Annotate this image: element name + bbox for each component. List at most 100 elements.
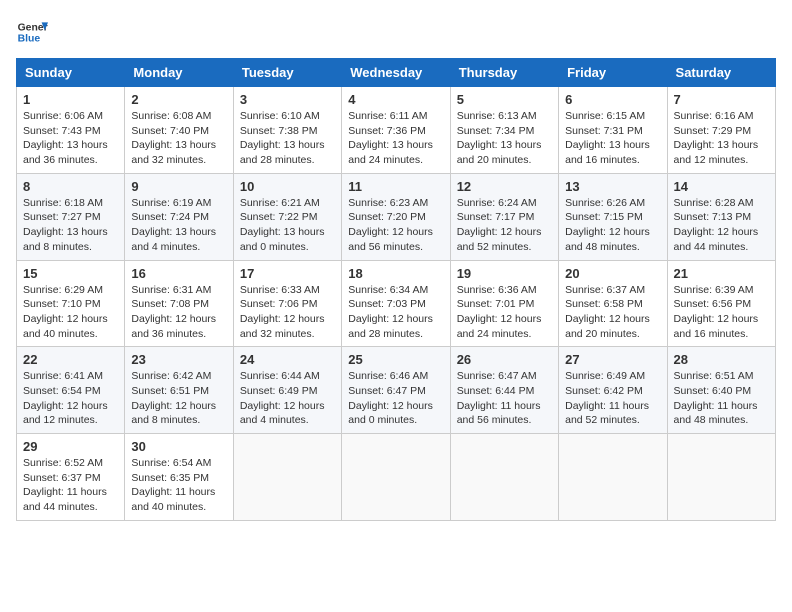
day-number: 3	[240, 92, 335, 107]
day-info: Sunrise: 6:24 AM Sunset: 7:17 PM Dayligh…	[457, 196, 552, 255]
day-info: Sunrise: 6:54 AM Sunset: 6:35 PM Dayligh…	[131, 456, 226, 515]
day-info: Sunrise: 6:16 AM Sunset: 7:29 PM Dayligh…	[674, 109, 769, 168]
calendar-week-row: 1 Sunrise: 6:06 AM Sunset: 7:43 PM Dayli…	[17, 87, 776, 174]
calendar-day-cell: 26 Sunrise: 6:47 AM Sunset: 6:44 PM Dayl…	[450, 347, 558, 434]
day-number: 28	[674, 352, 769, 367]
column-header-tuesday: Tuesday	[233, 59, 341, 87]
calendar-week-row: 22 Sunrise: 6:41 AM Sunset: 6:54 PM Dayl…	[17, 347, 776, 434]
day-number: 7	[674, 92, 769, 107]
svg-text:Blue: Blue	[18, 34, 41, 45]
day-info: Sunrise: 6:34 AM Sunset: 7:03 PM Dayligh…	[348, 283, 443, 342]
calendar-day-cell: 30 Sunrise: 6:54 AM Sunset: 6:35 PM Dayl…	[125, 434, 233, 521]
day-number: 23	[131, 352, 226, 367]
day-info: Sunrise: 6:41 AM Sunset: 6:54 PM Dayligh…	[23, 369, 118, 428]
column-header-thursday: Thursday	[450, 59, 558, 87]
calendar-day-cell: 7 Sunrise: 6:16 AM Sunset: 7:29 PM Dayli…	[667, 87, 775, 174]
calendar-day-cell: 14 Sunrise: 6:28 AM Sunset: 7:13 PM Dayl…	[667, 173, 775, 260]
day-number: 27	[565, 352, 660, 367]
day-info: Sunrise: 6:31 AM Sunset: 7:08 PM Dayligh…	[131, 283, 226, 342]
day-info: Sunrise: 6:26 AM Sunset: 7:15 PM Dayligh…	[565, 196, 660, 255]
day-number: 30	[131, 439, 226, 454]
day-number: 4	[348, 92, 443, 107]
calendar-day-cell: 10 Sunrise: 6:21 AM Sunset: 7:22 PM Dayl…	[233, 173, 341, 260]
calendar-day-cell: 13 Sunrise: 6:26 AM Sunset: 7:15 PM Dayl…	[559, 173, 667, 260]
day-info: Sunrise: 6:19 AM Sunset: 7:24 PM Dayligh…	[131, 196, 226, 255]
calendar-day-cell: 25 Sunrise: 6:46 AM Sunset: 6:47 PM Dayl…	[342, 347, 450, 434]
day-number: 9	[131, 179, 226, 194]
day-number: 16	[131, 266, 226, 281]
calendar-day-cell: 22 Sunrise: 6:41 AM Sunset: 6:54 PM Dayl…	[17, 347, 125, 434]
calendar-week-row: 29 Sunrise: 6:52 AM Sunset: 6:37 PM Dayl…	[17, 434, 776, 521]
day-info: Sunrise: 6:47 AM Sunset: 6:44 PM Dayligh…	[457, 369, 552, 428]
column-header-saturday: Saturday	[667, 59, 775, 87]
day-number: 25	[348, 352, 443, 367]
day-info: Sunrise: 6:44 AM Sunset: 6:49 PM Dayligh…	[240, 369, 335, 428]
calendar-day-cell: 19 Sunrise: 6:36 AM Sunset: 7:01 PM Dayl…	[450, 260, 558, 347]
calendar-day-cell: 16 Sunrise: 6:31 AM Sunset: 7:08 PM Dayl…	[125, 260, 233, 347]
day-info: Sunrise: 6:51 AM Sunset: 6:40 PM Dayligh…	[674, 369, 769, 428]
calendar-day-cell: 27 Sunrise: 6:49 AM Sunset: 6:42 PM Dayl…	[559, 347, 667, 434]
day-info: Sunrise: 6:52 AM Sunset: 6:37 PM Dayligh…	[23, 456, 118, 515]
day-info: Sunrise: 6:08 AM Sunset: 7:40 PM Dayligh…	[131, 109, 226, 168]
column-header-friday: Friday	[559, 59, 667, 87]
day-info: Sunrise: 6:13 AM Sunset: 7:34 PM Dayligh…	[457, 109, 552, 168]
day-number: 24	[240, 352, 335, 367]
calendar-day-cell: 11 Sunrise: 6:23 AM Sunset: 7:20 PM Dayl…	[342, 173, 450, 260]
day-info: Sunrise: 6:15 AM Sunset: 7:31 PM Dayligh…	[565, 109, 660, 168]
empty-cell	[233, 434, 341, 521]
day-info: Sunrise: 6:39 AM Sunset: 6:56 PM Dayligh…	[674, 283, 769, 342]
day-number: 21	[674, 266, 769, 281]
calendar-day-cell: 17 Sunrise: 6:33 AM Sunset: 7:06 PM Dayl…	[233, 260, 341, 347]
day-number: 2	[131, 92, 226, 107]
calendar-day-cell: 20 Sunrise: 6:37 AM Sunset: 6:58 PM Dayl…	[559, 260, 667, 347]
day-info: Sunrise: 6:36 AM Sunset: 7:01 PM Dayligh…	[457, 283, 552, 342]
day-info: Sunrise: 6:49 AM Sunset: 6:42 PM Dayligh…	[565, 369, 660, 428]
calendar-day-cell: 4 Sunrise: 6:11 AM Sunset: 7:36 PM Dayli…	[342, 87, 450, 174]
day-info: Sunrise: 6:21 AM Sunset: 7:22 PM Dayligh…	[240, 196, 335, 255]
day-info: Sunrise: 6:11 AM Sunset: 7:36 PM Dayligh…	[348, 109, 443, 168]
calendar-table: SundayMondayTuesdayWednesdayThursdayFrid…	[16, 58, 776, 521]
empty-cell	[450, 434, 558, 521]
day-number: 18	[348, 266, 443, 281]
day-info: Sunrise: 6:37 AM Sunset: 6:58 PM Dayligh…	[565, 283, 660, 342]
column-header-wednesday: Wednesday	[342, 59, 450, 87]
day-info: Sunrise: 6:18 AM Sunset: 7:27 PM Dayligh…	[23, 196, 118, 255]
day-number: 17	[240, 266, 335, 281]
calendar-day-cell: 9 Sunrise: 6:19 AM Sunset: 7:24 PM Dayli…	[125, 173, 233, 260]
day-info: Sunrise: 6:06 AM Sunset: 7:43 PM Dayligh…	[23, 109, 118, 168]
calendar-day-cell: 21 Sunrise: 6:39 AM Sunset: 6:56 PM Dayl…	[667, 260, 775, 347]
day-number: 10	[240, 179, 335, 194]
column-header-monday: Monday	[125, 59, 233, 87]
day-number: 29	[23, 439, 118, 454]
day-number: 14	[674, 179, 769, 194]
empty-cell	[667, 434, 775, 521]
day-info: Sunrise: 6:42 AM Sunset: 6:51 PM Dayligh…	[131, 369, 226, 428]
day-number: 15	[23, 266, 118, 281]
calendar-week-row: 15 Sunrise: 6:29 AM Sunset: 7:10 PM Dayl…	[17, 260, 776, 347]
calendar-day-cell: 29 Sunrise: 6:52 AM Sunset: 6:37 PM Dayl…	[17, 434, 125, 521]
calendar-day-cell: 24 Sunrise: 6:44 AM Sunset: 6:49 PM Dayl…	[233, 347, 341, 434]
empty-cell	[559, 434, 667, 521]
calendar-day-cell: 5 Sunrise: 6:13 AM Sunset: 7:34 PM Dayli…	[450, 87, 558, 174]
logo-icon: General Blue	[16, 16, 48, 48]
day-info: Sunrise: 6:28 AM Sunset: 7:13 PM Dayligh…	[674, 196, 769, 255]
calendar-day-cell: 8 Sunrise: 6:18 AM Sunset: 7:27 PM Dayli…	[17, 173, 125, 260]
day-number: 12	[457, 179, 552, 194]
calendar-day-cell: 3 Sunrise: 6:10 AM Sunset: 7:38 PM Dayli…	[233, 87, 341, 174]
day-number: 19	[457, 266, 552, 281]
day-number: 20	[565, 266, 660, 281]
day-number: 5	[457, 92, 552, 107]
empty-cell	[342, 434, 450, 521]
calendar-day-cell: 6 Sunrise: 6:15 AM Sunset: 7:31 PM Dayli…	[559, 87, 667, 174]
day-number: 11	[348, 179, 443, 194]
day-number: 1	[23, 92, 118, 107]
day-number: 13	[565, 179, 660, 194]
column-header-sunday: Sunday	[17, 59, 125, 87]
calendar-day-cell: 28 Sunrise: 6:51 AM Sunset: 6:40 PM Dayl…	[667, 347, 775, 434]
day-number: 8	[23, 179, 118, 194]
day-number: 22	[23, 352, 118, 367]
day-info: Sunrise: 6:33 AM Sunset: 7:06 PM Dayligh…	[240, 283, 335, 342]
calendar-day-cell: 12 Sunrise: 6:24 AM Sunset: 7:17 PM Dayl…	[450, 173, 558, 260]
calendar-day-cell: 15 Sunrise: 6:29 AM Sunset: 7:10 PM Dayl…	[17, 260, 125, 347]
logo: General Blue	[16, 16, 52, 48]
